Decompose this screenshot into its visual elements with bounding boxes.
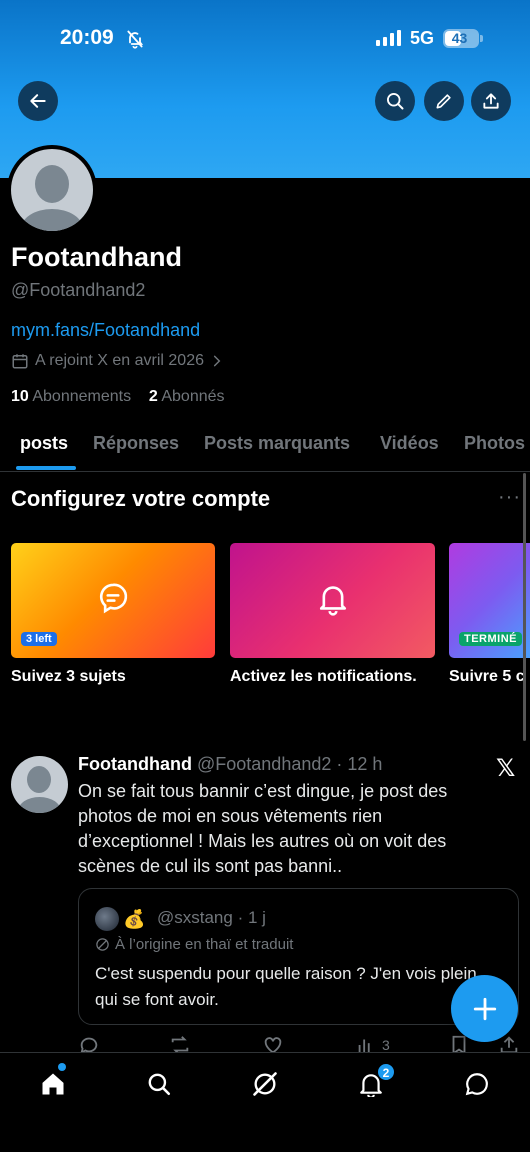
tab-posts[interactable]: posts bbox=[20, 433, 68, 454]
tab-replies[interactable]: Réponses bbox=[93, 433, 179, 454]
post-meta: @Footandhand2 · 12 h bbox=[197, 754, 383, 774]
done-badge: TERMINÉ bbox=[459, 632, 522, 646]
more-options-button[interactable]: ··· bbox=[498, 486, 521, 509]
active-tab-indicator bbox=[16, 466, 76, 470]
card-label-notifications: Activez les notifications. bbox=[230, 668, 417, 685]
search-icon bbox=[387, 93, 404, 110]
pencil-icon bbox=[436, 94, 451, 109]
chat-icon bbox=[465, 1073, 488, 1096]
quote-meta: @sxstang · 1 j bbox=[157, 908, 266, 927]
setup-card-follow[interactable]: TERMINÉ bbox=[449, 543, 530, 658]
quote-avatar: 💰 bbox=[95, 907, 145, 931]
nav-messages[interactable] bbox=[462, 1069, 492, 1099]
chevron-right-icon bbox=[213, 355, 221, 367]
repost-icon[interactable] bbox=[169, 1034, 191, 1052]
profile-name: Footandhand bbox=[11, 242, 182, 272]
share-button[interactable] bbox=[471, 81, 511, 121]
calendar-icon bbox=[12, 354, 28, 369]
setup-card-notifications[interactable] bbox=[230, 543, 435, 658]
scrollbar[interactable] bbox=[523, 473, 526, 741]
views-count: 3 bbox=[382, 1037, 390, 1053]
topics-icon bbox=[100, 583, 128, 613]
profile-handle: @Footandhand2 bbox=[11, 280, 146, 300]
steps-left-badge: 3 left bbox=[21, 632, 57, 646]
card-label-follow: Suivre 5 c bbox=[449, 668, 525, 685]
profile-link[interactable]: mym.fans/Footandhand bbox=[11, 320, 200, 341]
translate-icon bbox=[96, 938, 109, 951]
home-unread-dot bbox=[58, 1063, 66, 1071]
bottom-nav: 2 bbox=[0, 1052, 530, 1152]
post-header: Footandhand @Footandhand2 · 12 h bbox=[78, 754, 382, 775]
following-link[interactable]: 10 Abonnements bbox=[11, 388, 131, 405]
setup-title: Configurez votre compte bbox=[11, 486, 271, 511]
status-bar: 20:09 5G 43 bbox=[0, 0, 530, 78]
post-author[interactable]: Footandhand bbox=[78, 754, 192, 774]
grok-icon bbox=[253, 1072, 277, 1096]
quote-author-avatar bbox=[95, 907, 119, 931]
post-avatar[interactable] bbox=[11, 756, 68, 813]
post-actions bbox=[78, 1034, 528, 1052]
follow-stats: 10 Abonnements 2 Abonnés bbox=[11, 388, 225, 406]
plus-icon bbox=[473, 997, 496, 1020]
notifications-badge: 2 bbox=[377, 1063, 395, 1081]
joined-text: A rejoint X en avril 2026 bbox=[35, 352, 204, 369]
signal-icon bbox=[376, 30, 401, 46]
card-label-topics: Suivez 3 sujets bbox=[11, 668, 126, 685]
arrow-left-icon bbox=[30, 94, 46, 108]
post-text: On se fait tous bannir c’est dingue, je … bbox=[78, 781, 448, 876]
translation-note: À l’origine en thaï et traduit bbox=[95, 936, 293, 953]
home-icon bbox=[42, 1073, 64, 1095]
battery-level: 43 bbox=[451, 30, 468, 46]
joined-date[interactable]: A rejoint X en avril 2026 bbox=[11, 352, 224, 370]
nav-home[interactable] bbox=[38, 1069, 68, 1099]
bell-off-icon bbox=[127, 30, 144, 49]
quote-text: C'est suspendu pour quelle raison ? J'en… bbox=[95, 964, 477, 1009]
setup-card-topics[interactable]: 3 left bbox=[11, 543, 215, 658]
nav-search[interactable] bbox=[144, 1069, 174, 1099]
tab-photos[interactable]: Photos bbox=[464, 433, 525, 454]
search-button[interactable] bbox=[375, 81, 415, 121]
battery-icon: 43 bbox=[443, 29, 483, 48]
tab-videos[interactable]: Vidéos bbox=[380, 433, 439, 454]
profile-tabs: posts Réponses Posts marquants Vidéos Ph… bbox=[0, 420, 530, 472]
followers-link[interactable]: 2 Abonnés bbox=[149, 388, 225, 405]
views-icon[interactable] bbox=[355, 1034, 377, 1052]
status-time: 20:09 bbox=[60, 26, 114, 49]
reply-icon[interactable] bbox=[78, 1034, 100, 1052]
tab-highlights[interactable]: Posts marquants bbox=[204, 433, 350, 454]
nav-grok[interactable] bbox=[250, 1069, 280, 1099]
edit-button[interactable] bbox=[424, 81, 464, 121]
share-icon bbox=[483, 93, 499, 109]
money-bag-emoji: 💰 bbox=[123, 909, 146, 929]
x-logo-icon: 𝕏 bbox=[496, 755, 516, 782]
search-icon bbox=[148, 1073, 171, 1096]
profile-avatar[interactable] bbox=[7, 145, 97, 235]
bell-icon bbox=[319, 585, 346, 616]
compose-button[interactable] bbox=[451, 975, 518, 1042]
like-icon[interactable] bbox=[262, 1034, 284, 1052]
back-button[interactable] bbox=[18, 81, 58, 121]
network-type: 5G bbox=[410, 28, 435, 48]
